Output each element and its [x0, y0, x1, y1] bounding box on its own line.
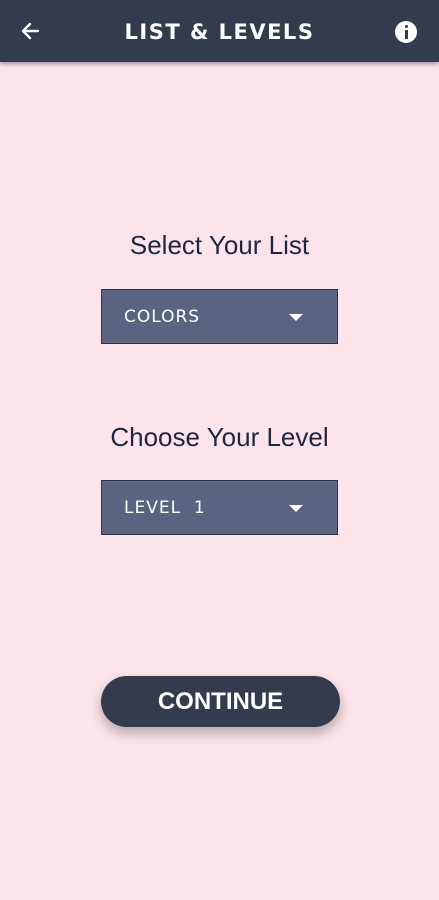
info-icon — [404, 25, 408, 28]
list-dropdown[interactable]: COLORS — [101, 289, 338, 344]
continue-button[interactable]: CONTINUE — [101, 676, 340, 727]
info-button[interactable] — [395, 21, 417, 43]
level-dropdown-value: LEVEL 1 — [124, 498, 206, 518]
select-list-label: Select Your List — [129, 230, 310, 260]
list-dropdown-value: COLORS — [124, 307, 201, 327]
dropdown-caret-icon — [289, 314, 303, 321]
page-title: LIST & LEVELS — [124, 20, 315, 44]
dropdown-caret-icon — [289, 505, 303, 512]
app-bar: LIST & LEVELS — [0, 0, 439, 62]
level-dropdown[interactable]: LEVEL 1 — [101, 480, 338, 535]
choose-level-label: Choose Your Level — [110, 422, 329, 452]
